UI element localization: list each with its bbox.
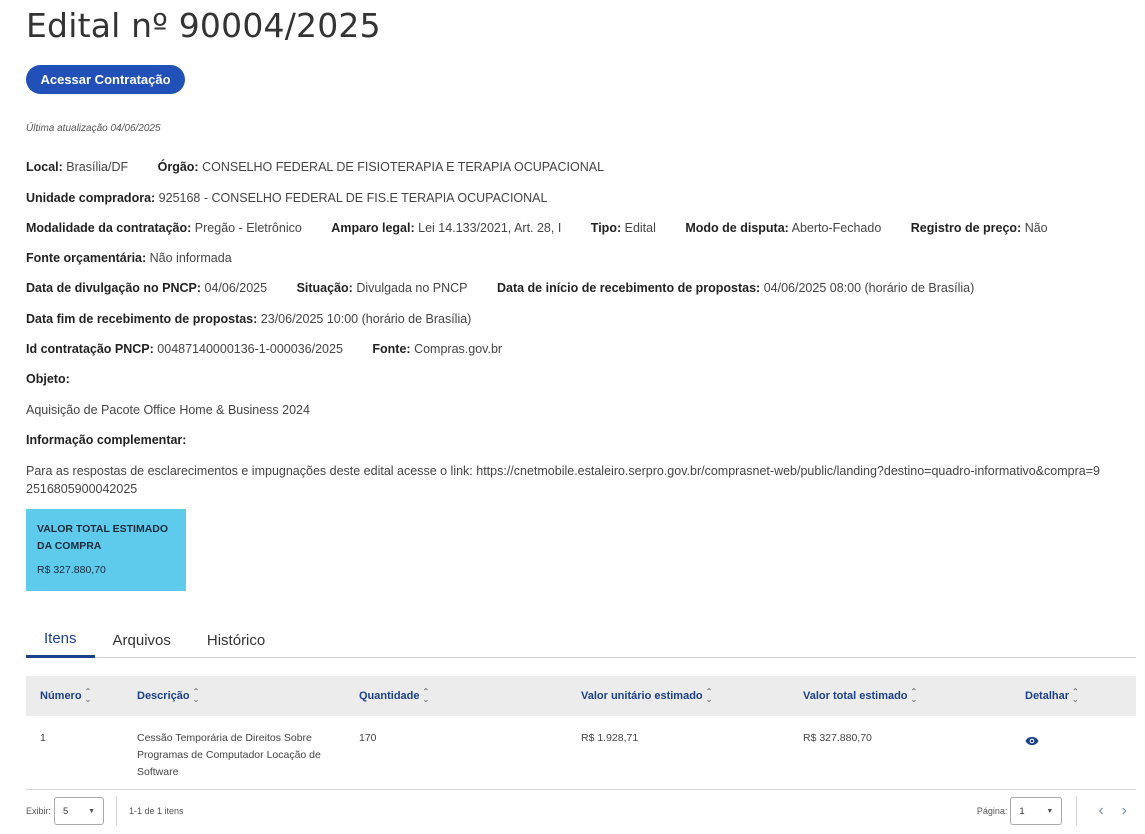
sort-icon: ⌃ ⌄ xyxy=(910,687,918,704)
tab-historico[interactable]: Histórico xyxy=(189,622,283,658)
header-descricao[interactable]: Descrição ⌃ ⌄ xyxy=(137,688,359,704)
sort-icon: ⌃ ⌄ xyxy=(84,687,92,704)
field-data-fim: Data fim de recebimento de propostas: 23… xyxy=(26,312,472,326)
field-amparo-legal: Amparo legal: Lei 14.133/2021, Art. 28, … xyxy=(331,221,562,235)
field-id-contratacao: Id contratação PNCP: 00487140000136-1-00… xyxy=(26,342,343,356)
field-data-inicio: Data de início de recebimento de propost… xyxy=(496,281,975,295)
tabs-bar: Itens Arquivos Histórico xyxy=(26,622,1136,658)
valor-total-label: VALOR TOTAL ESTIMADO DA COMPRA xyxy=(37,523,169,552)
info-row-2: Unidade compradora: 925168 - CONSELHO FE… xyxy=(26,191,573,205)
header-numero[interactable]: Número ⌃ ⌄ xyxy=(26,688,137,704)
field-local: Local: Brasília/DF xyxy=(26,160,129,174)
field-unidade-compradora: Unidade compradora: 925168 - CONSELHO FE… xyxy=(26,191,548,205)
info-row-7: Id contratação PNCP: 00487140000136-1-00… xyxy=(26,342,528,356)
info-row-3: Modalidade da contratação: Pregão - Elet… xyxy=(26,221,1074,235)
last-update: Última atualização 04/06/2025 xyxy=(26,123,161,134)
pagina-label: Página: xyxy=(976,806,1008,816)
info-row-4: Fonte orçamentária: Não informada xyxy=(26,251,258,265)
cell-valor-unitario: R$ 1.928,71 xyxy=(581,732,639,744)
pagination-footer: Exibir: 5 ▼ 1-1 de 1 itens Página: 1 ▼ ‹ › xyxy=(26,795,1136,827)
valor-total-value: R$ 327.880,70 xyxy=(37,564,106,576)
cell-quantidade: 170 xyxy=(359,732,377,744)
field-fonte: Fonte: Compras.gov.br xyxy=(372,342,503,356)
info-row-1: Local: Brasília/DF Órgão: CONSELHO FEDER… xyxy=(26,160,630,174)
sort-icon: ⌃ ⌄ xyxy=(192,687,200,704)
divider xyxy=(116,796,118,826)
field-fonte-orcamentaria: Fonte orçamentária: Não informada xyxy=(26,251,232,265)
header-quantidade[interactable]: Quantidade ⌃ ⌄ xyxy=(359,688,581,704)
tab-itens[interactable]: Itens xyxy=(26,622,95,658)
field-situacao: Situação: Divulgada no PNCP xyxy=(296,281,468,295)
sort-icon: ⌃ ⌄ xyxy=(705,687,713,704)
info-row-5: Data de divulgação no PNCP: 04/06/2025 S… xyxy=(26,281,1000,295)
items-table: Número ⌃ ⌄ Descrição ⌃ ⌄ Quantidade ⌃ ⌄ Valor … xyxy=(26,676,1136,790)
page-title: Edital nº 90004/2025 xyxy=(26,6,381,45)
page-select[interactable]: 1 ▼ xyxy=(1010,797,1063,825)
eye-icon[interactable] xyxy=(1025,734,1039,748)
exibir-label: Exibir: xyxy=(26,806,52,816)
valor-total-box: VALOR TOTAL ESTIMADO DA COMPRA R$ 327.88… xyxy=(26,509,186,591)
info-row-6: Data fim de recebimento de propostas: 23… xyxy=(26,312,497,326)
sort-icon: ⌃ ⌄ xyxy=(1072,687,1079,704)
cell-descricao: Cessão Temporária de Direitos Sobre Prog… xyxy=(137,732,321,778)
cell-valor-total: R$ 327.880,70 xyxy=(803,732,872,744)
header-detalhar[interactable]: Detalhar ⌃ ⌄ xyxy=(1025,688,1136,704)
field-registro-preco: Registro de preço: Não xyxy=(910,221,1048,235)
access-contratacao-button[interactable]: Acessar Contratação xyxy=(26,65,185,94)
page-size-select[interactable]: 5 ▼ xyxy=(54,797,105,825)
header-valor-unitario[interactable]: Valor unitário estimado ⌃ ⌄ xyxy=(581,688,803,704)
field-modalidade: Modalidade da contratação: Pregão - Elet… xyxy=(26,221,302,235)
objeto-text: Aquisição de Pacote Office Home & Busine… xyxy=(26,403,310,417)
caret-down-icon: ▼ xyxy=(1046,807,1054,815)
range-text: 1-1 de 1 itens xyxy=(129,806,184,816)
field-orgao: Órgão: CONSELHO FEDERAL DE FISIOTERAPIA … xyxy=(157,160,605,174)
chevron-right-icon[interactable]: › xyxy=(1113,802,1136,820)
field-data-divulgacao: Data de divulgação no PNCP: 04/06/2025 xyxy=(26,281,268,295)
divider xyxy=(1076,796,1078,826)
table-row: 1 Cessão Temporária de Direitos Sobre Pr… xyxy=(26,716,1136,790)
chevron-left-icon[interactable]: ‹ xyxy=(1089,802,1112,820)
cell-numero: 1 xyxy=(40,732,46,744)
tab-arquivos[interactable]: Arquivos xyxy=(95,622,189,658)
sort-icon: ⌃ ⌄ xyxy=(422,687,430,704)
caret-down-icon: ▼ xyxy=(88,807,96,815)
info-complementar-text: Para as respostas de esclarecimentos e i… xyxy=(26,464,1100,496)
header-valor-total[interactable]: Valor total estimado ⌃ ⌄ xyxy=(803,688,1025,704)
field-modo-disputa: Modo de disputa: Aberto-Fechado xyxy=(685,221,882,235)
objeto-label: Objeto: xyxy=(26,372,70,386)
table-header: Número ⌃ ⌄ Descrição ⌃ ⌄ Quantidade ⌃ ⌄ Valor … xyxy=(26,676,1136,716)
field-tipo: Tipo: Edital xyxy=(590,221,656,235)
info-complementar-label: Informação complementar: xyxy=(26,433,187,447)
cell-detalhar xyxy=(1025,730,1136,789)
